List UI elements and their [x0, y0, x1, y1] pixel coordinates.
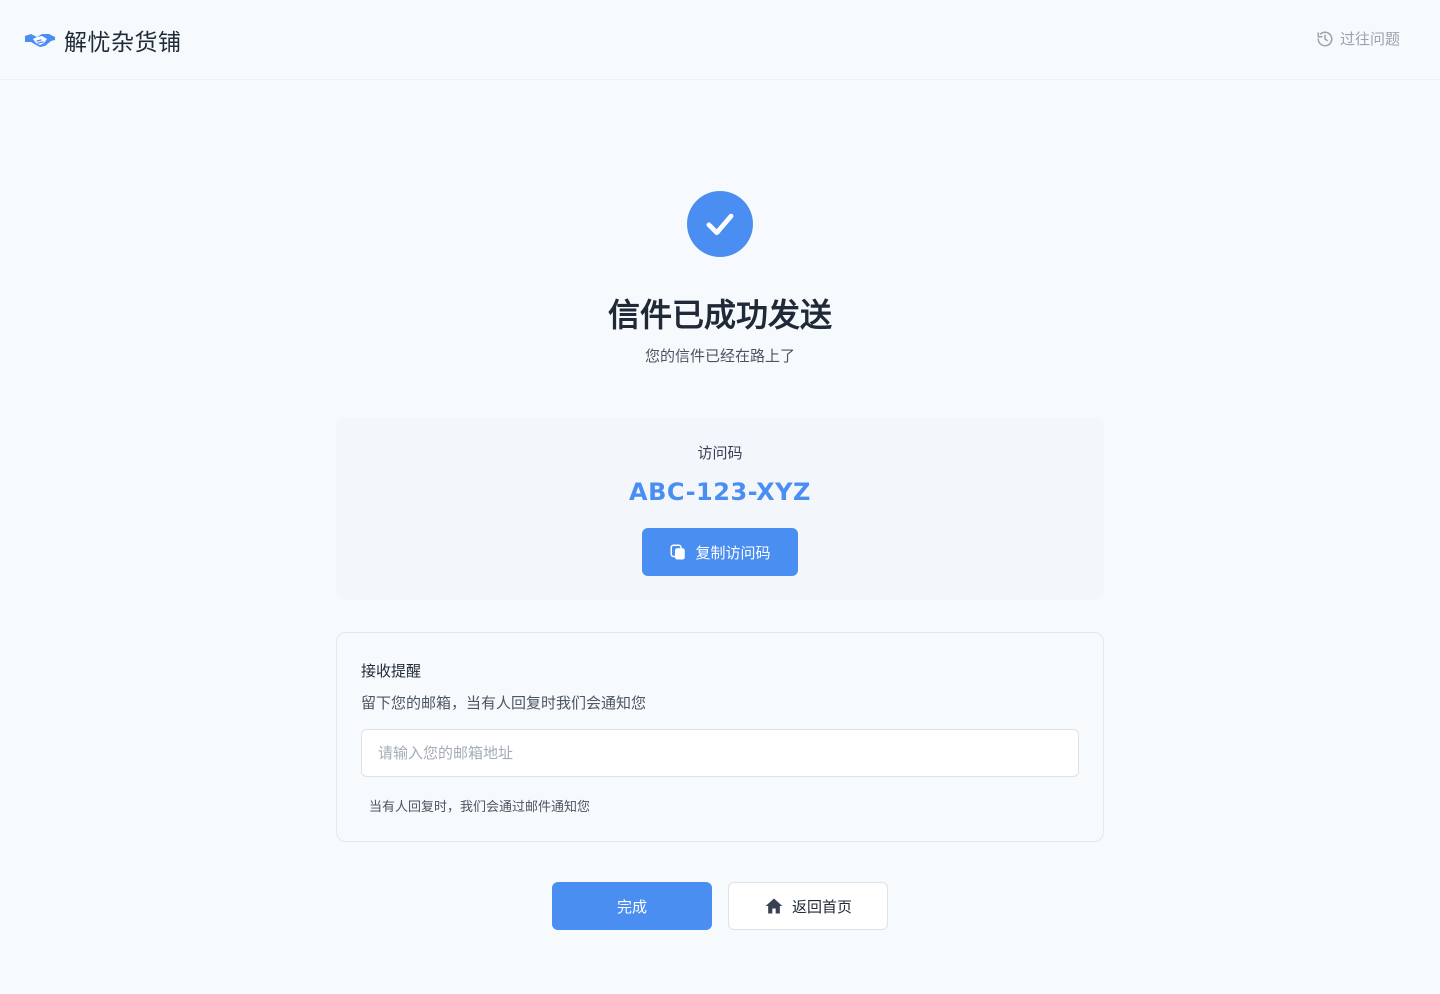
- access-code-value: ABC-123-XYZ: [629, 478, 811, 506]
- handshake-icon: [25, 34, 55, 47]
- access-code-card: 访问码 ABC-123-XYZ 复制访问码: [336, 418, 1104, 600]
- copy-code-label: 复制访问码: [695, 543, 771, 562]
- history-label: 过往问题: [1339, 30, 1400, 48]
- success-badge: [687, 191, 753, 257]
- brand-logo[interactable]: 解忧杂货铺: [24, 24, 182, 56]
- reminder-description: 留下您的邮箱，当有人回复时我们会通知您: [361, 694, 647, 712]
- top-bar: 解忧杂货铺 过往问题: [0, 0, 1440, 80]
- history-icon: [1317, 31, 1333, 46]
- reminder-card: 接收提醒 留下您的邮箱，当有人回复时我们会通知您 当有人回复时，我们会通过邮件通…: [336, 632, 1104, 842]
- history-link[interactable]: 过往问题: [1316, 28, 1400, 49]
- brand-name: 解忧杂货铺: [64, 30, 182, 56]
- email-input[interactable]: [361, 729, 1079, 777]
- copy-code-button[interactable]: 复制访问码: [642, 528, 798, 576]
- reminder-title: 接收提醒: [361, 662, 422, 680]
- done-button[interactable]: 完成: [552, 882, 712, 930]
- page-title: 信件已成功发送: [607, 296, 832, 334]
- copy-icon: [670, 544, 686, 560]
- home-icon: [765, 898, 783, 914]
- check-icon: [706, 213, 734, 236]
- reminder-note: 当有人回复时，我们会通过邮件通知您: [369, 800, 591, 815]
- access-code-label: 访问码: [697, 444, 743, 462]
- back-home-button[interactable]: 返回首页: [728, 882, 888, 930]
- back-home-label: 返回首页: [791, 897, 852, 916]
- page-subtitle: 您的信件已经在路上了: [644, 347, 795, 365]
